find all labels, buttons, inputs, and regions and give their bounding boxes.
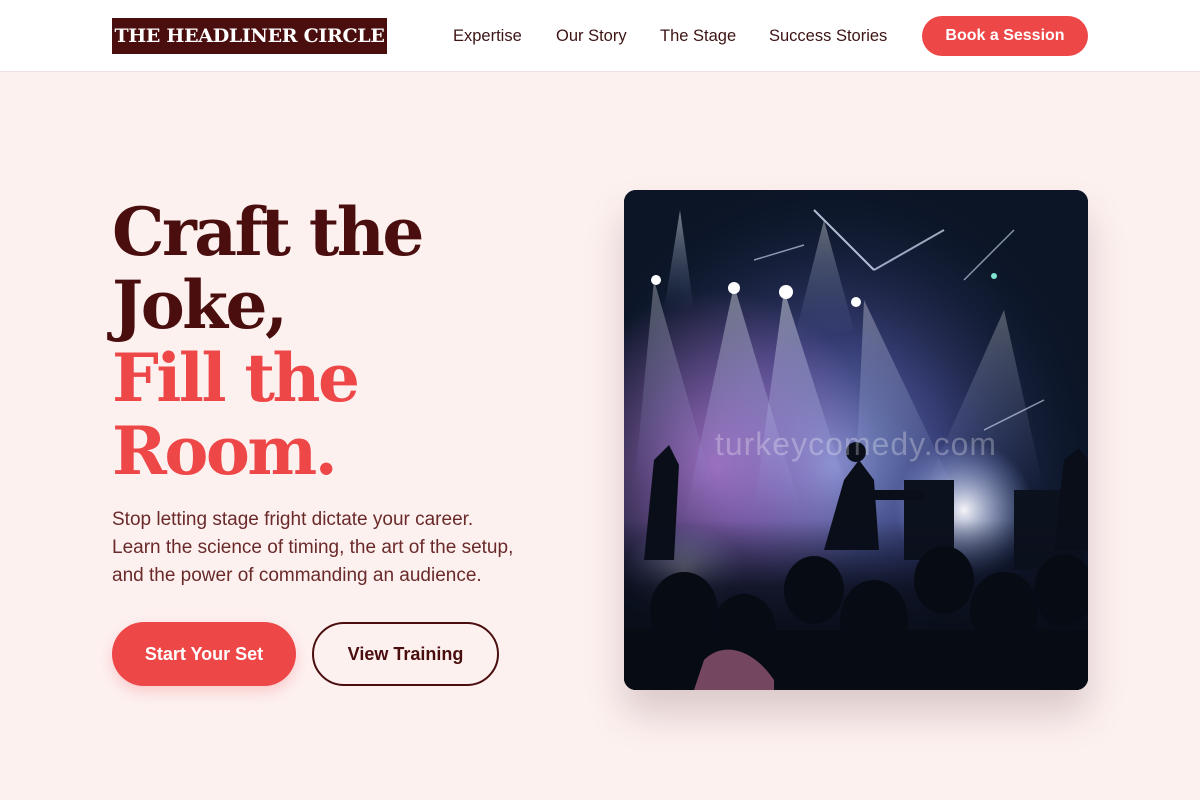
start-your-set-button[interactable]: Start Your Set [112,622,296,686]
nav-link-success-stories[interactable]: Success Stories [769,0,887,72]
hero-title-line-2: Joke, [112,266,288,344]
view-training-button[interactable]: View Training [312,622,499,686]
nav-link-the-stage[interactable]: The Stage [660,0,736,72]
nav-link-expertise[interactable]: Expertise [453,0,522,72]
hero-description-line-1: Stop letting stage fright dictate your c… [112,509,474,530]
hero-description-line-2: Learn the science of timing, the art of … [112,537,514,558]
brand-logo[interactable]: THE HEADLINER CIRCLE [112,18,387,54]
hero-title: Craft the Joke, Fill the Room. [112,196,582,488]
hero-title-line-1: Craft the [112,193,424,271]
site-header: THE HEADLINER CIRCLE Expertise Our Story… [0,0,1200,72]
hero-title-line-3: Fill the [112,339,360,417]
hero-title-line-4: Room. [112,412,338,490]
hero-description: Stop letting stage fright dictate your c… [112,506,582,590]
book-session-button[interactable]: Book a Session [922,16,1088,56]
image-watermark: turkeycomedy.com [714,426,998,462]
nav-link-our-story[interactable]: Our Story [556,0,627,72]
hero-description-line-3: and the power of commanding an audience. [112,565,482,586]
concert-stage-image: turkeycomedy.com [624,190,1088,690]
